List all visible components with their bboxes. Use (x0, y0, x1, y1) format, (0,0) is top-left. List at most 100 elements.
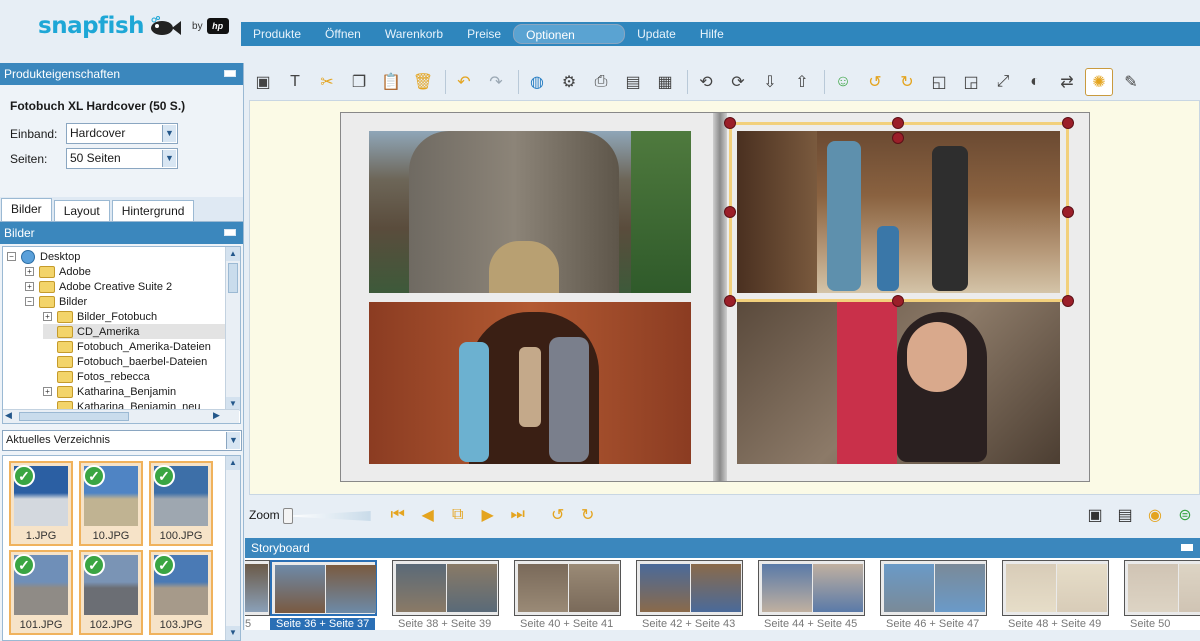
image-thumbnail[interactable]: ✓ 100.JPG (149, 461, 213, 546)
storyboard-spread[interactable] (392, 560, 499, 616)
scroll-down-icon[interactable]: ▼ (226, 626, 240, 640)
zoom-slider[interactable] (282, 508, 371, 524)
hscroll-thumb[interactable] (19, 412, 129, 421)
tree-item[interactable]: + Katharina_Benjamin (43, 384, 176, 399)
bring-front-icon[interactable]: ⇧ (788, 68, 816, 96)
tree-item[interactable]: − Desktop (7, 249, 80, 264)
paste-icon[interactable]: 📋 (377, 68, 405, 96)
edit-icon[interactable]: ✎ (1117, 68, 1145, 96)
chevron-down-icon[interactable]: ▼ (162, 125, 176, 142)
redo-icon[interactable]: ↷ (482, 68, 510, 96)
resize-handle[interactable] (724, 117, 736, 129)
menu-optionen[interactable]: Optionen (513, 24, 626, 44)
photo-couple-sequoia[interactable] (369, 302, 691, 464)
tree-item[interactable]: + Adobe Creative Suite 2 (25, 279, 172, 294)
scroll-right-icon[interactable]: ▶ (213, 410, 220, 421)
image-thumbnail[interactable]: ✓ 102.JPG (79, 550, 143, 635)
chevron-down-icon[interactable]: ▼ (162, 150, 176, 167)
scroll-up-icon[interactable]: ▲ (226, 247, 240, 261)
menu-hilfe[interactable]: Hilfe (688, 24, 736, 44)
grid-icon[interactable]: ▦ (651, 68, 679, 96)
scroll-thumb[interactable] (228, 263, 238, 293)
rotate-left-icon[interactable]: ↺ (543, 503, 573, 527)
tree-item[interactable]: + Adobe (25, 264, 91, 279)
scroll-left-icon[interactable]: ◀ (5, 410, 12, 421)
storyboard-spread[interactable] (758, 560, 865, 616)
menu-produkte[interactable]: Produkte (241, 24, 313, 44)
tree-item[interactable]: − Bilder (25, 294, 87, 309)
tree-vertical-scrollbar[interactable]: ▲ ▼ (225, 247, 240, 411)
image-thumbnail[interactable]: ✓ 10.JPG (79, 461, 143, 546)
resize-handle[interactable] (1062, 117, 1074, 129)
resize-handle[interactable] (1062, 206, 1074, 218)
tab-bilder[interactable]: Bilder (1, 198, 52, 221)
speech-left-icon[interactable]: ◱ (925, 68, 953, 96)
rotate-left-image-icon[interactable]: ⟲ (692, 68, 720, 96)
chevron-down-icon[interactable]: ▼ (226, 432, 240, 449)
photo-tree-tunnel[interactable] (369, 131, 691, 293)
print-icon[interactable]: ⎙ (587, 68, 615, 96)
globe-icon[interactable]: ◍ (523, 68, 551, 96)
first-page-icon[interactable]: ⏮ (383, 503, 413, 527)
save-icon[interactable]: ▣ (1080, 503, 1110, 527)
rotate-right-image-icon[interactable]: ⟳ (724, 68, 752, 96)
zoom-knob[interactable] (282, 508, 293, 524)
resize-icon[interactable]: ⤢ (989, 68, 1017, 96)
rotate-cw-icon[interactable]: ↻ (893, 68, 921, 96)
tree-item[interactable]: +Fotobuch_baerbel-Dateien (43, 354, 207, 369)
seiten-select[interactable]: 50 Seiten ▼ (66, 148, 178, 169)
text-icon[interactable]: T (281, 68, 309, 96)
rotate-handle[interactable] (892, 132, 904, 144)
tree-horizontal-scrollbar[interactable]: ◀ ▶ (3, 409, 239, 423)
directory-select[interactable]: Aktuelles Verzeichnis ▼ (2, 430, 242, 451)
storyboard-spread[interactable] (514, 560, 621, 616)
speech-right-icon[interactable]: ◲ (957, 68, 985, 96)
image-thumbnail[interactable]: ✓ 1.JPG (9, 461, 73, 546)
layout-icon[interactable]: ▤ (619, 68, 647, 96)
collapse-icon[interactable]: − (7, 252, 16, 261)
storyboard-spread[interactable] (1124, 560, 1200, 616)
fill-icon[interactable]: ◐ (1021, 68, 1049, 96)
page-settings-icon[interactable]: ⚙ (555, 68, 583, 96)
storyboard-spread[interactable] (245, 560, 270, 616)
menu-preise[interactable]: Preise (455, 24, 513, 44)
tree-item[interactable]: +CD_Amerika (43, 324, 225, 339)
resize-handle[interactable] (892, 295, 904, 307)
replace-icon[interactable]: ⇄ (1053, 68, 1081, 96)
scroll-up-icon[interactable]: ▲ (226, 456, 240, 470)
tree-item[interactable]: +Fotobuch_Amerika-Dateien (43, 339, 211, 354)
delete-icon[interactable]: 🗑 (409, 68, 437, 96)
save-as-icon[interactable]: ▤ (1110, 503, 1140, 527)
minimize-props-button[interactable] (224, 70, 236, 77)
page-overview-icon[interactable]: ⧉ (443, 503, 473, 527)
expand-icon[interactable]: + (43, 312, 52, 321)
tree-item[interactable]: +Fotos_rebecca (43, 369, 150, 384)
image-thumbnail[interactable]: ✓ 101.JPG (9, 550, 73, 635)
collapse-icon[interactable]: − (25, 297, 34, 306)
storyboard-spread[interactable] (636, 560, 743, 616)
next-page-icon[interactable]: ▶ (473, 503, 503, 527)
resize-handle[interactable] (724, 295, 736, 307)
tab-layout[interactable]: Layout (53, 200, 110, 221)
resize-handle[interactable] (892, 117, 904, 129)
resize-handle[interactable] (724, 206, 736, 218)
menu-oeffnen[interactable]: Öffnen (313, 24, 373, 44)
minimize-bilder-button[interactable] (224, 229, 236, 236)
expand-icon[interactable]: + (43, 387, 52, 396)
smiley-icon[interactable]: ☺ (829, 68, 857, 96)
minimize-storyboard-button[interactable] (1181, 544, 1193, 551)
order-icon[interactable]: ⊜ (1170, 503, 1200, 527)
rotate-right-icon[interactable]: ↻ (573, 503, 603, 527)
menu-warenkorb[interactable]: Warenkorb (373, 24, 455, 44)
tree-item[interactable]: + Bilder_Fotobuch (43, 309, 157, 324)
copy-icon[interactable]: ❐ (345, 68, 373, 96)
thumbs-vertical-scrollbar[interactable]: ▲ ▼ (225, 456, 240, 640)
photo-smiling-woman[interactable] (737, 302, 1060, 464)
expand-icon[interactable]: + (25, 267, 34, 276)
undo-icon[interactable]: ↶ (450, 68, 478, 96)
send-back-icon[interactable]: ⇩ (756, 68, 784, 96)
storyboard-spread[interactable] (880, 560, 987, 616)
previous-page-icon[interactable]: ◀ (413, 503, 443, 527)
expand-icon[interactable]: + (25, 282, 34, 291)
frame-icon[interactable]: ▣ (249, 68, 277, 96)
